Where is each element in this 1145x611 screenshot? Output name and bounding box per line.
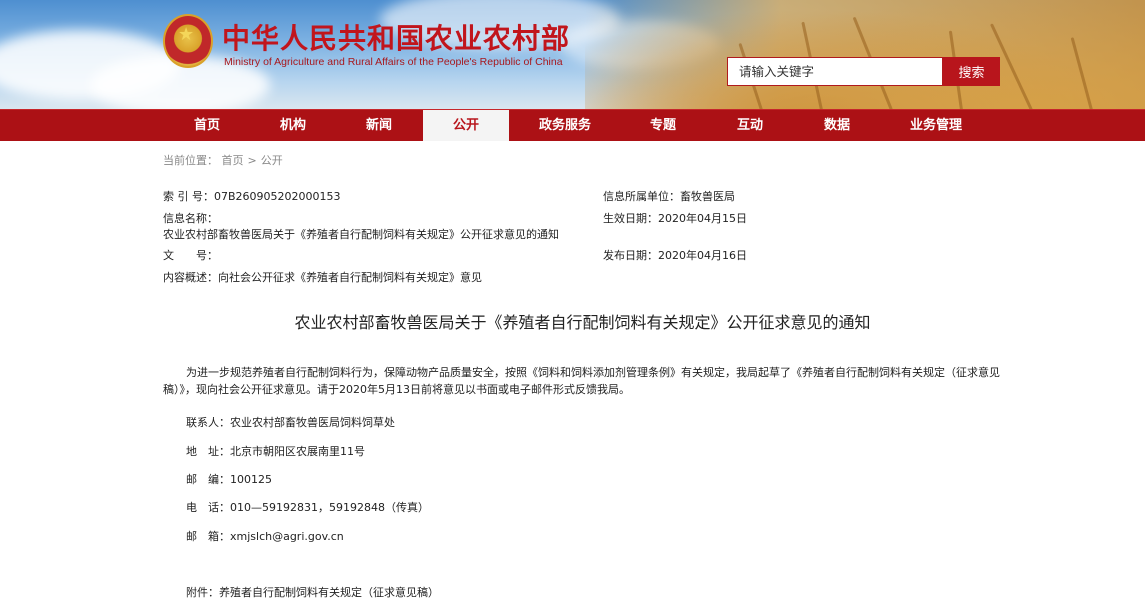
meta-index-label: 索 引 号： bbox=[163, 190, 214, 203]
nav-item-topics[interactable]: 专题 bbox=[621, 110, 705, 141]
meta-unit: 信息所属单位：畜牧兽医局 bbox=[603, 188, 735, 204]
meta-publish-value: 2020年04月16日 bbox=[658, 249, 747, 262]
breadcrumb-link-public[interactable]: 公开 bbox=[261, 154, 283, 167]
meta-docno-label: 文 号： bbox=[163, 249, 218, 262]
meta-effective-label: 生效日期： bbox=[603, 212, 658, 225]
breadcrumb-prefix: 当前位置： bbox=[163, 154, 218, 167]
article-title: 农业农村部畜牧兽医局关于《养殖者自行配制饲料有关规定》公开征求意见的通知 bbox=[294, 313, 871, 332]
meta-unit-label: 信息所属单位： bbox=[603, 190, 680, 203]
search-input[interactable] bbox=[727, 57, 943, 86]
meta-summary-value: 向社会公开征求《养殖者自行配制饲料有关规定》意见 bbox=[218, 271, 482, 284]
postcode-value: 100125 bbox=[230, 473, 272, 486]
phone-value: 010—59192831，59192848（传真） bbox=[230, 501, 429, 514]
contact-value: 农业农村部畜牧兽医局饲料饲草处 bbox=[230, 416, 395, 429]
nav-item-interaction[interactable]: 互动 bbox=[708, 110, 792, 141]
nav-item-news[interactable]: 新闻 bbox=[337, 110, 421, 141]
site-subtitle: Ministry of Agriculture and Rural Affair… bbox=[224, 56, 563, 68]
meta-summary-label: 内容概述： bbox=[163, 271, 218, 284]
contact-person: 联系人：农业农村部畜牧兽医局饲料饲草处 bbox=[186, 414, 395, 430]
meta-name-value: 农业农村部畜牧兽医局关于《养殖者自行配制饲料有关规定》公开征求意见的通知 bbox=[163, 228, 559, 241]
contact-address: 地 址：北京市朝阳区农展南里11号 bbox=[186, 443, 365, 459]
star-icon: ★ bbox=[178, 24, 195, 45]
attachment-label: 附件： bbox=[186, 586, 219, 599]
breadcrumb-link-home[interactable]: 首页 bbox=[222, 154, 244, 167]
attachment-link[interactable]: 养殖者自行配制饲料有关规定（征求意见稿） bbox=[219, 586, 439, 599]
national-emblem-icon[interactable]: ★ bbox=[163, 14, 213, 68]
breadcrumb-separator: > bbox=[247, 154, 257, 167]
meta-index-value: 07B260905202000153 bbox=[214, 190, 341, 203]
nav-item-government-services[interactable]: 政务服务 bbox=[520, 110, 610, 141]
meta-effective-value: 2020年04月15日 bbox=[658, 212, 747, 225]
nav-item-business-management[interactable]: 业务管理 bbox=[890, 110, 982, 141]
email-value[interactable]: xmjslch@agri.gov.cn bbox=[230, 530, 344, 543]
phone-label: 电 话： bbox=[186, 501, 230, 514]
address-value: 北京市朝阳区农展南里11号 bbox=[230, 445, 365, 458]
site-title[interactable]: 中华人民共和国农业农村部 bbox=[222, 17, 570, 57]
contact-label: 联系人： bbox=[186, 416, 230, 429]
breadcrumb: 当前位置： 首页 > 公开 bbox=[163, 152, 283, 168]
article-paragraph: 为进一步规范养殖者自行配制饲料行为，保障动物产品质量安全，按照《饲料和饲料添加剂… bbox=[163, 366, 1000, 396]
meta-effective: 生效日期：2020年04月15日 bbox=[603, 210, 747, 226]
meta-docno: 文 号： bbox=[163, 247, 218, 263]
meta-publish: 发布日期：2020年04月16日 bbox=[603, 247, 747, 263]
header-banner: ★ 中华人民共和国农业农村部 Ministry of Agriculture a… bbox=[0, 0, 1145, 109]
nav-item-data[interactable]: 数据 bbox=[795, 110, 879, 141]
nav-item-organization[interactable]: 机构 bbox=[251, 110, 335, 141]
postcode-label: 邮 编： bbox=[186, 473, 230, 486]
nav-item-home[interactable]: 首页 bbox=[165, 110, 249, 141]
wheat-field-decoration bbox=[585, 0, 1145, 109]
address-label: 地 址： bbox=[186, 445, 230, 458]
meta-summary: 内容概述：向社会公开征求《养殖者自行配制饲料有关规定》意见 bbox=[163, 269, 482, 285]
meta-publish-label: 发布日期： bbox=[603, 249, 658, 262]
attachment: 附件：养殖者自行配制饲料有关规定（征求意见稿） bbox=[186, 584, 439, 600]
nav-item-public[interactable]: 公开 bbox=[423, 110, 509, 141]
contact-phone: 电 话：010—59192831，59192848（传真） bbox=[186, 499, 429, 515]
meta-name-label: 信息名称： bbox=[163, 212, 218, 225]
contact-postcode: 邮 编：100125 bbox=[186, 471, 272, 487]
search-button[interactable]: 搜索 bbox=[943, 57, 1000, 86]
email-label: 邮 箱： bbox=[186, 530, 230, 543]
meta-index: 索 引 号：07B260905202000153 bbox=[163, 188, 341, 204]
contact-email: 邮 箱：xmjslch@agri.gov.cn bbox=[186, 528, 344, 544]
meta-unit-value: 畜牧兽医局 bbox=[680, 190, 735, 203]
main-nav: 首页 机构 新闻 公开 政务服务 专题 互动 数据 业务管理 bbox=[0, 109, 1145, 141]
